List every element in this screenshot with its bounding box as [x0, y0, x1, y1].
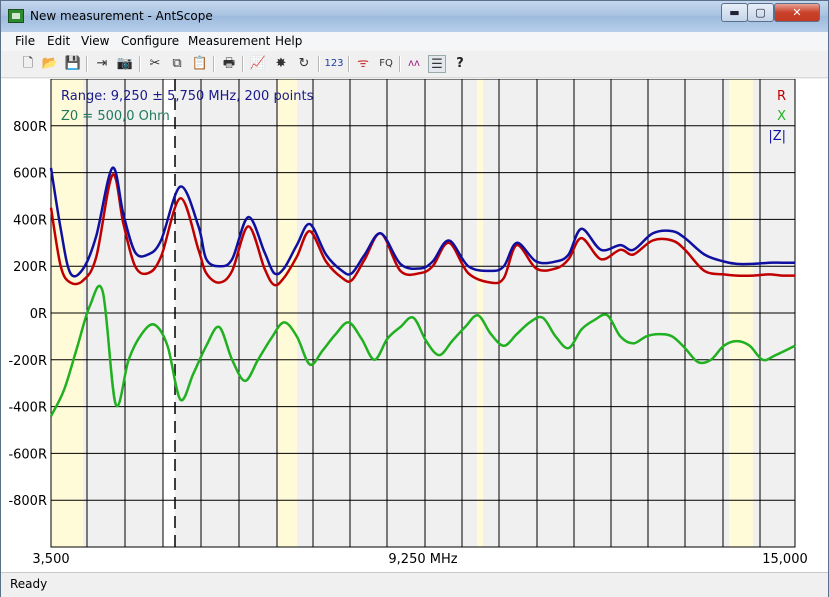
menu-view[interactable]: View	[81, 34, 109, 48]
list-icon[interactable]: ☰	[428, 55, 446, 73]
window-title: New measurement - AntScope	[30, 9, 213, 23]
menu-bar: File Edit View Configure Measurement Hel…	[1, 32, 828, 51]
numbers-icon[interactable]: 123	[323, 55, 345, 73]
range-info: Range: 9,250 ± 5,750 MHz, 200 points	[61, 89, 314, 104]
paste-icon[interactable]: 📋	[191, 55, 209, 73]
new-file-icon[interactable]: 🗋	[19, 55, 37, 73]
export-icon[interactable]: ⇥	[93, 55, 111, 73]
y-tick-label: -400R	[8, 401, 47, 416]
cut-icon[interactable]: ✂	[146, 55, 164, 73]
menu-help[interactable]: Help	[275, 34, 302, 48]
y-tick-label: 400R	[13, 213, 47, 228]
y-tick-label: -800R	[8, 494, 47, 509]
legend-0: R	[777, 89, 786, 104]
save-icon[interactable]: 💾	[64, 55, 82, 73]
title-bar[interactable]: New measurement - AntScope ▬ ▢ ✕	[1, 1, 828, 32]
maximize-button[interactable]: ▢	[747, 3, 774, 22]
y-tick-label: -600R	[8, 447, 47, 462]
y-tick-label: -200R	[8, 354, 47, 369]
camera-icon[interactable]: 📷	[116, 55, 134, 73]
z0-info: Z0 = 500,0 Ohm	[61, 109, 170, 124]
plot-area[interactable]: 800R 600R 400R 200R 0R -200R -400R -600R -800R 3,…	[1, 78, 828, 572]
x-label-start: 3,500	[32, 552, 69, 567]
y-tick-label: 200R	[13, 260, 47, 275]
impedance-chart[interactable]: 800R 600R 400R 200R 0R -200R -400R -600R -800R 3,…	[1, 78, 828, 572]
open-folder-icon[interactable]: 📂	[41, 55, 59, 73]
minimize-button[interactable]: ▬	[721, 3, 748, 22]
y-tick-label: 600R	[13, 167, 47, 182]
copy-icon[interactable]: ⧉	[168, 55, 186, 73]
wave-icon[interactable]: ʌʌ	[405, 55, 423, 73]
help-icon[interactable]: ?	[451, 55, 469, 73]
menu-measurement[interactable]: Measurement	[188, 34, 270, 48]
legend-2: |Z|	[768, 129, 786, 144]
app-window: New measurement - AntScope ▬ ▢ ✕ File Ed…	[0, 0, 829, 597]
menu-edit[interactable]: Edit	[47, 34, 70, 48]
status-bar: Ready	[1, 572, 828, 597]
antenna-icon[interactable]: ᯤ	[354, 55, 372, 73]
x-label-center: 9,250 MHz	[388, 552, 457, 567]
x-label-end: 15,000	[762, 552, 808, 567]
y-tick-label: 0R	[30, 307, 47, 322]
status-text: Ready	[10, 577, 48, 591]
menu-file[interactable]: File	[15, 34, 35, 48]
app-icon	[8, 9, 24, 23]
print-icon[interactable]: 🖶	[220, 55, 238, 73]
chart-icon[interactable]: 📈	[249, 55, 267, 73]
y-tick-label: 800R	[13, 120, 47, 135]
refresh-icon[interactable]: ↻	[295, 55, 313, 73]
fq-icon[interactable]: FQ	[376, 55, 396, 73]
toolbar: 🗋 📂 💾 ⇥ 📷 ✂ ⧉ 📋 🖶 📈 ✸ ↻ 123 ᯤ FQ ʌʌ ☰ ?	[1, 51, 828, 78]
burst-icon[interactable]: ✸	[272, 55, 290, 73]
legend-1: X	[777, 109, 786, 124]
close-button[interactable]: ✕	[774, 3, 820, 22]
menu-configure[interactable]: Configure	[121, 34, 179, 48]
